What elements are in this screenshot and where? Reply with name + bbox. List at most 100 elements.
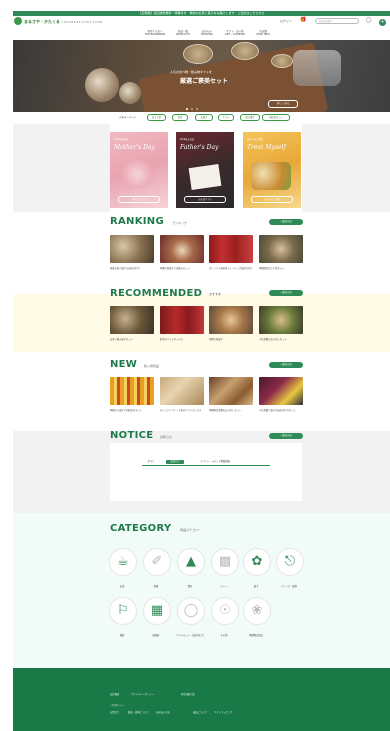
gift-icon[interactable]: ◯ [177, 597, 205, 625]
category-label[interactable]: 季節限定商品 [239, 634, 273, 637]
gift-icon[interactable]: 🎁 [300, 17, 306, 23]
footer-link[interactable]: お支払い方法 [156, 710, 170, 714]
keyword-tag[interactable]: 紅茶 [172, 114, 188, 121]
logo-text[interactable]: まるさや・かたくる [24, 19, 60, 25]
drink-icon[interactable]: ⎋ [276, 548, 304, 576]
recommended-product-name[interactable]: 季節の和菓子 [209, 338, 255, 341]
cart-button[interactable]: + [379, 19, 386, 26]
promo-caption: 自分へのご褒美 [247, 138, 264, 141]
ranking-product-name[interactable]: 季節限定ほうじ茶セット [259, 267, 305, 270]
user-icon[interactable]: ◯ [366, 17, 372, 23]
recommended-product-image[interactable] [110, 306, 154, 334]
new-product-name[interactable]: 季節の干菓子と和紅茶のセット [110, 409, 156, 412]
promo-sweets-image [251, 162, 291, 190]
tea-ware-icon[interactable]: ✐ [143, 548, 171, 576]
recommended-view-all-button[interactable]: 一覧を見る [269, 290, 303, 296]
keyword-tag[interactable]: ほうじ茶 [147, 114, 166, 121]
seasoning-icon[interactable]: ▦ [143, 597, 171, 625]
promo-button[interactable]: 母の日ギフト [118, 196, 160, 203]
goods-icon[interactable]: ⚐ [109, 597, 137, 625]
ranking-product-name[interactable]: オリジナル和紅茶ティーバッグ詰め合わせ [209, 267, 255, 270]
category-label[interactable]: 食品 [173, 585, 207, 588]
ranking-product-image[interactable] [209, 235, 253, 263]
new-view-all-button[interactable]: 一覧を見る [269, 362, 303, 368]
login-link[interactable]: ログイン [280, 19, 292, 23]
category-label[interactable]: ティー [207, 585, 241, 588]
recommended-product-name[interactable]: 人気茶葉のおためしセット [259, 338, 305, 341]
category-label[interactable]: お茶 [105, 585, 139, 588]
notice-subtitle: お知らせ [160, 435, 172, 439]
search-input[interactable]: 商品を検索 [315, 18, 359, 24]
food-icon[interactable]: ▲ [177, 548, 205, 576]
recommended-product-image[interactable] [160, 306, 204, 334]
footer-link[interactable]: ギフトラッピング [214, 710, 232, 714]
new-product-name[interactable]: 人気茶葉と菓子の詰め合わせセット [259, 409, 305, 412]
category-title: CATEGORY [110, 523, 172, 534]
footer-link[interactable]: 返品について [193, 710, 207, 714]
logo-icon[interactable] [14, 17, 22, 25]
ranking-product-name[interactable]: 国産お茶と菓子の詰め合わせ [110, 267, 156, 270]
keyword-tag[interactable]: 和紅茶セット [262, 114, 290, 121]
category-label[interactable]: 調味料 [139, 634, 173, 637]
ranking-view-all-button[interactable]: 一覧を見る [269, 219, 303, 225]
teacup-icon[interactable]: ☕ [109, 548, 137, 576]
recommended-product-image[interactable] [259, 306, 303, 334]
logo-subtitle: ＪＡＰＡＮＥＳＥ ＣＨＡＩ ＦＯＯＤ [61, 21, 103, 24]
new-product-image[interactable] [209, 377, 253, 405]
carousel-dot[interactable] [186, 108, 188, 110]
notice-view-all-button[interactable]: 一覧を見る [269, 433, 303, 439]
recommended-product-image[interactable] [209, 306, 253, 334]
new-product-name[interactable]: 季節限定茶葉のおためしセット [209, 409, 255, 412]
footer-link[interactable]: 特定商取引法 [181, 692, 195, 696]
category-label[interactable]: ドリンク・飲料 [272, 585, 306, 588]
keyword-tag[interactable]: 焼き菓子 [240, 114, 260, 121]
category-label[interactable]: 菓子 [239, 585, 273, 588]
new-product-image[interactable] [160, 377, 204, 405]
nav-gift-company[interactable]: ギフト・法人様 GIFT・COMPANY [222, 30, 248, 36]
carousel-dot[interactable] [196, 108, 198, 110]
hero-caption: 人気の食べ物・飲み物ギフトを [170, 70, 213, 74]
promo-mothers-day[interactable]: 5/12は母の日 Mother's Day 母の日ギフト [110, 132, 168, 208]
category-label[interactable]: 茶器 [139, 585, 173, 588]
category-label[interactable]: その他 [207, 634, 241, 637]
footer-link[interactable]: お問合せ [110, 710, 119, 714]
nav-for-beginners[interactable]: 初めての方へ FOR BEGINNERS [142, 30, 168, 36]
nav-reading[interactable]: 読みもの READING [194, 30, 220, 36]
keyword-tag[interactable]: お菓子 [195, 114, 213, 121]
recommended-product-name[interactable]: 紅茶のギフトボックス [160, 338, 206, 341]
new-product-image[interactable] [259, 377, 303, 405]
category-label[interactable]: ギフトセット・詰め合わせ [173, 634, 207, 637]
new-product-name[interactable]: オリジナルブレンド茶のギフトボックス [160, 409, 206, 412]
nav-shop-info[interactable]: 実店舗 SHOP INFO [250, 30, 276, 36]
tea-icon[interactable]: ▩ [211, 548, 239, 576]
page: 【定期便】初回送料無料・特典付き 季節のお茶と菓子をお届けします ご注文はこちら… [0, 0, 390, 731]
notice-tab-all[interactable]: すべて [142, 460, 160, 464]
category-label[interactable]: 雑貨 [105, 634, 139, 637]
carousel-dot[interactable] [191, 108, 193, 110]
nav-products[interactable]: 商品一覧 PRODUCTS [170, 30, 196, 36]
promo-button[interactable]: 父の日ギフト [184, 196, 226, 203]
ranking-product-image[interactable] [160, 235, 204, 263]
ranking-product-name[interactable]: 季節の和菓子と煎茶のセット [160, 267, 206, 270]
promo-button[interactable]: 自分へのご褒美 [251, 196, 293, 203]
hero-detail-button[interactable]: 詳しく見る [268, 100, 298, 108]
sweets-icon[interactable]: ✿ [243, 548, 271, 576]
promo-flowers-image [120, 160, 154, 188]
ranking-product-image[interactable] [110, 235, 154, 263]
other-icon[interactable]: ☉ [211, 597, 239, 625]
promo-fathers-day[interactable]: 6/16は父の日 Father's Day 父の日ギフト [176, 132, 234, 208]
keyword-tag[interactable]: ギフト [218, 114, 234, 121]
notice-tab-news[interactable]: お知らせ [166, 460, 184, 464]
footer-link[interactable]: プライバシーポリシー [131, 692, 154, 696]
new-title: NEW [110, 359, 138, 370]
footer-link[interactable]: 会社概要 [110, 692, 119, 696]
recommended-subtitle: おすすめ [209, 292, 222, 296]
notice-panel [110, 443, 302, 501]
new-product-image[interactable] [110, 377, 154, 405]
promo-treat-myself[interactable]: 自分へのご褒美 Treat Myself 自分へのご褒美 [243, 132, 301, 208]
seasonal-icon[interactable]: ❀ [243, 597, 271, 625]
ranking-product-image[interactable] [259, 235, 303, 263]
notice-tab-events[interactable]: イベント・メディア掲載情報 [190, 460, 240, 464]
recommended-product-name[interactable]: お茶と焼き菓子セット [110, 338, 156, 341]
footer-link[interactable]: 配送・送料について [128, 710, 149, 714]
